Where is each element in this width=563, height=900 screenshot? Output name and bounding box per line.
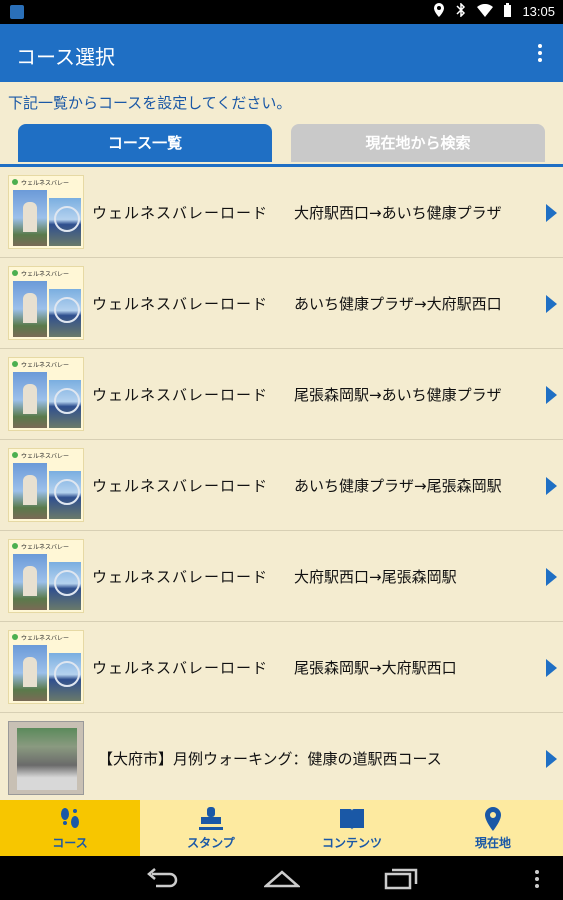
- course-thumbnail: [8, 721, 84, 795]
- course-name: ウェルネスバレーロード: [92, 295, 269, 313]
- chevron-right-icon: [546, 386, 557, 404]
- tab-course-list[interactable]: コース一覧: [18, 124, 272, 162]
- course-name: ウェルネスバレーロード: [92, 386, 269, 404]
- wellness-valley-logo-icon: [12, 634, 18, 640]
- course-route: 大府駅西口→あいち健康プラザ: [294, 204, 502, 222]
- tab-bar: コース一覧 現在地から検索: [18, 124, 545, 162]
- course-route: 尾張森岡駅→大府駅西口: [294, 659, 457, 677]
- back-icon[interactable]: [146, 868, 180, 892]
- overflow-menu-icon[interactable]: [537, 42, 543, 64]
- system-status: 13:05: [433, 2, 555, 20]
- course-title: 【大府市】月例ウォーキング：健康の道駅西コース: [98, 750, 442, 768]
- wellness-valley-logo-icon: [12, 179, 18, 185]
- book-icon: [338, 806, 366, 832]
- location-pin-icon: [479, 806, 507, 832]
- list-item[interactable]: ウェルネスバレー ウェルネスバレーロード 尾張森岡駅→あいち健康プラザ: [0, 349, 563, 440]
- course-thumbnail: ウェルネスバレー: [8, 630, 84, 704]
- page-title: コース選択: [16, 45, 115, 69]
- chevron-right-icon: [546, 659, 557, 677]
- course-thumbnail: ウェルネスバレー: [8, 539, 84, 613]
- list-item[interactable]: ウェルネスバレー ウェルネスバレーロード あいち健康プラザ→大府駅西口: [0, 258, 563, 349]
- list-item[interactable]: 【大府市】月例ウォーキング：健康の道駅西コース: [0, 713, 563, 800]
- clock-time: 13:05: [522, 4, 555, 19]
- chevron-right-icon: [546, 295, 557, 313]
- list-item[interactable]: ウェルネスバレー ウェルネスバレーロード 大府駅西口→尾張森岡駅: [0, 531, 563, 622]
- list-item[interactable]: ウェルネスバレー ウェルネスバレーロード 尾張森岡駅→大府駅西口: [0, 622, 563, 713]
- app-bar: コース選択: [0, 24, 563, 82]
- course-thumbnail: ウェルネスバレー: [8, 357, 84, 431]
- bottom-navigation: コース スタンプ コンテンツ 現在地: [0, 800, 563, 856]
- app-notification-icon: [10, 5, 24, 19]
- wellness-valley-logo-icon: [12, 361, 18, 367]
- course-route: あいち健康プラザ→尾張森岡駅: [294, 477, 502, 495]
- nav-label: 現在地: [474, 836, 511, 850]
- chevron-right-icon: [546, 568, 557, 586]
- battery-icon: [503, 3, 512, 20]
- course-thumbnail: ウェルネスバレー: [8, 448, 84, 522]
- overflow-menu-icon[interactable]: [534, 870, 540, 892]
- course-route: 尾張森岡駅→あいち健康プラザ: [294, 386, 502, 404]
- course-thumbnail: ウェルネスバレー: [8, 175, 84, 249]
- home-icon[interactable]: [262, 868, 302, 892]
- course-list: ウェルネスバレー ウェルネスバレーロード 大府駅西口→あいち健康プラザ ウェルネ…: [0, 164, 563, 800]
- nav-contents[interactable]: コンテンツ: [282, 800, 422, 856]
- nav-label: コース: [52, 836, 88, 850]
- bluetooth-icon: [455, 2, 467, 20]
- statue-photo: [17, 728, 77, 790]
- chevron-right-icon: [546, 477, 557, 495]
- instruction-text: 下記一覧からコースを設定してください。: [8, 94, 292, 112]
- nav-stamp[interactable]: スタンプ: [141, 800, 281, 856]
- chevron-right-icon: [546, 750, 557, 768]
- location-icon: [433, 3, 445, 20]
- footprints-icon: [56, 806, 84, 832]
- tab-search-current-location[interactable]: 現在地から検索: [291, 124, 545, 162]
- nav-label: コンテンツ: [321, 836, 382, 850]
- course-name: ウェルネスバレーロード: [92, 204, 269, 222]
- course-name: ウェルネスバレーロード: [92, 659, 269, 677]
- course-name: ウェルネスバレーロード: [92, 477, 269, 495]
- course-route: あいち健康プラザ→大府駅西口: [294, 295, 502, 313]
- list-item[interactable]: ウェルネスバレー ウェルネスバレーロード 大府駅西口→あいち健康プラザ: [0, 167, 563, 258]
- list-item[interactable]: ウェルネスバレー ウェルネスバレーロード あいち健康プラザ→尾張森岡駅: [0, 440, 563, 531]
- status-bar: 13:05: [0, 0, 563, 24]
- wellness-valley-logo-icon: [12, 452, 18, 458]
- wellness-valley-logo-icon: [12, 543, 18, 549]
- stamp-icon: [197, 806, 225, 832]
- wifi-icon: [477, 3, 494, 20]
- system-navigation-bar: [0, 856, 563, 900]
- recent-apps-icon[interactable]: [384, 868, 418, 894]
- nav-label: スタンプ: [187, 836, 235, 850]
- nav-current-location[interactable]: 現在地: [423, 800, 563, 856]
- wellness-valley-logo-icon: [12, 270, 18, 276]
- course-name: ウェルネスバレーロード: [92, 568, 269, 586]
- course-route: 大府駅西口→尾張森岡駅: [294, 568, 457, 586]
- nav-course[interactable]: コース: [0, 800, 140, 856]
- course-thumbnail: ウェルネスバレー: [8, 266, 84, 340]
- chevron-right-icon: [546, 204, 557, 222]
